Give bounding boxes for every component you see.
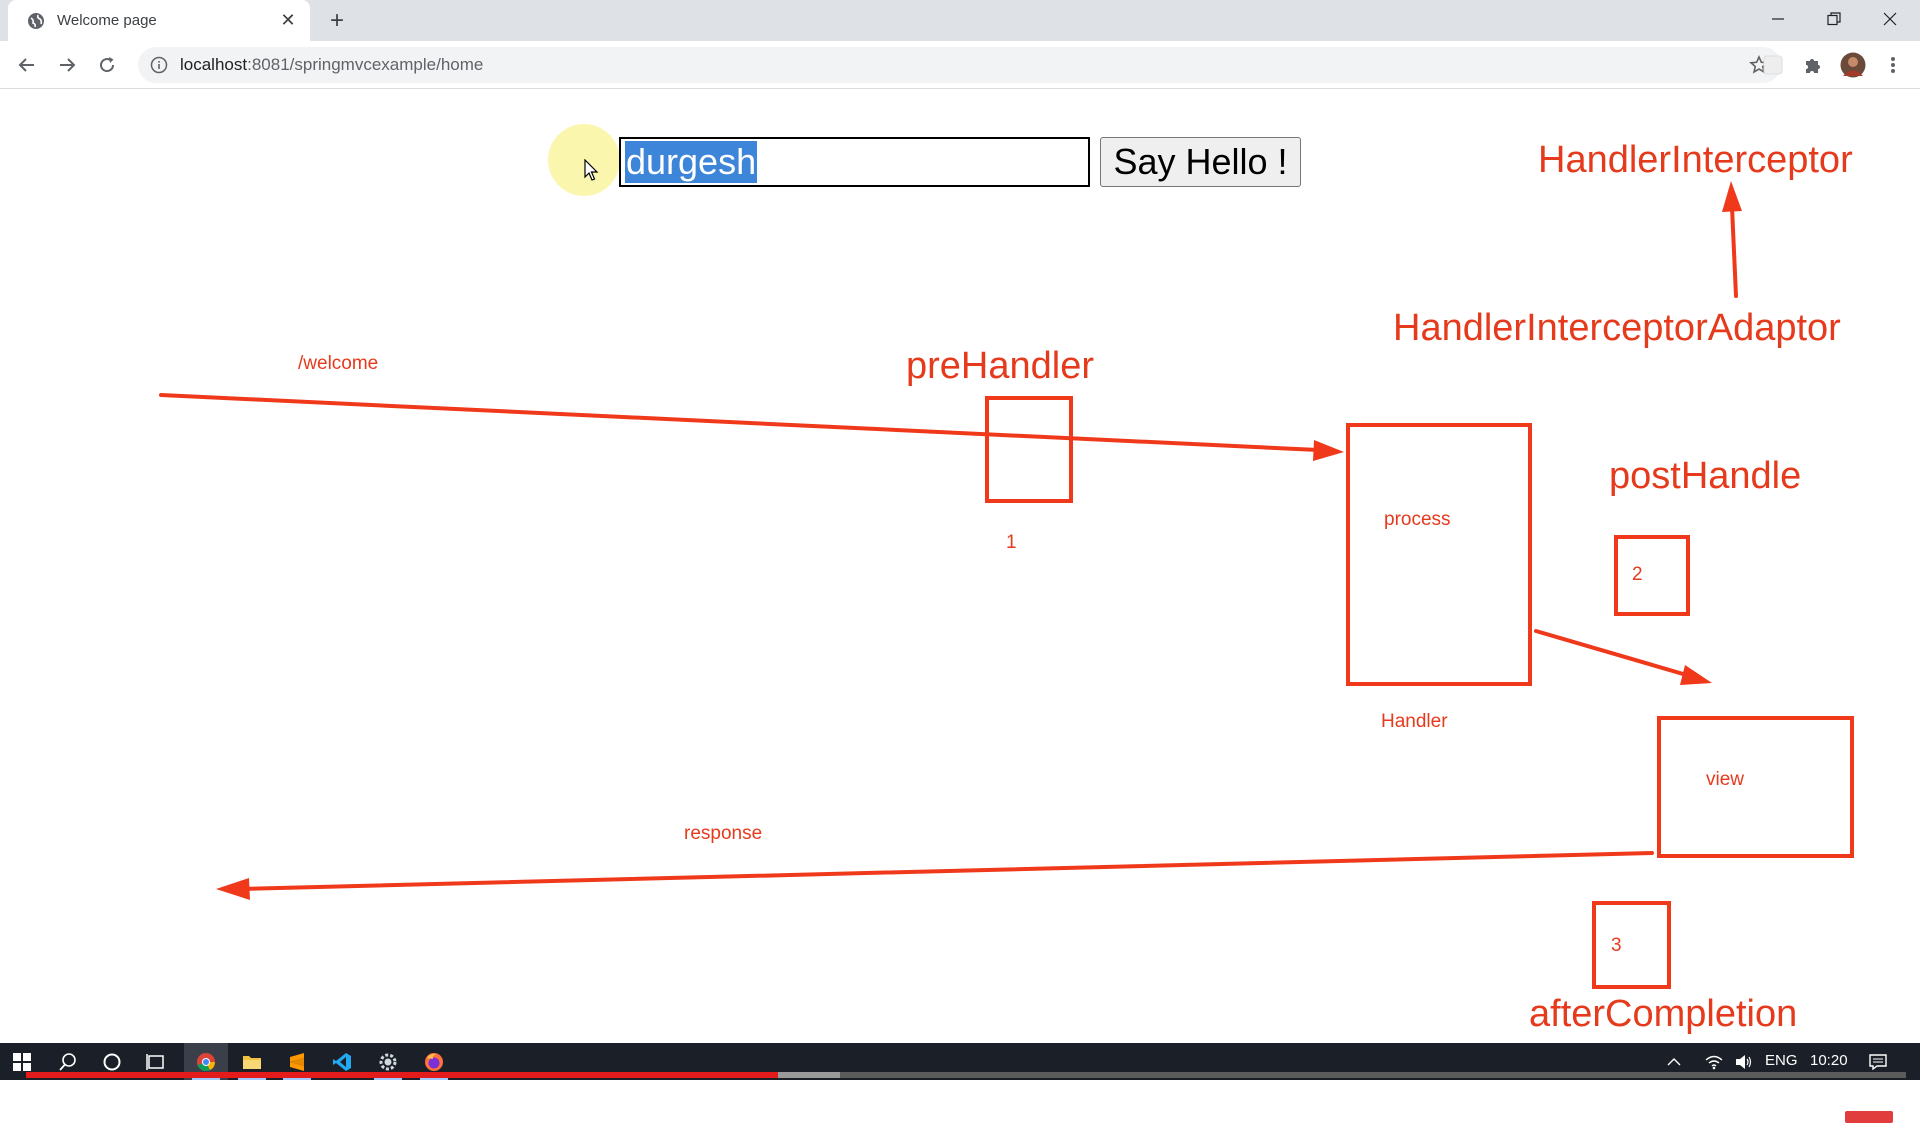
step-2-label: 2 [1632,564,1643,585]
url-path: /springmvcexample/home [289,55,484,74]
subscribe-badge-icon[interactable] [1845,1111,1893,1123]
posthandle-label: postHandle [1609,455,1802,497]
prehandler-box [985,396,1073,503]
back-icon[interactable] [11,49,43,81]
welcome-path-label: /welcome [298,353,379,374]
info-icon[interactable] [150,56,168,74]
profile-avatar[interactable] [1840,52,1866,78]
video-progress-buffer [778,1072,840,1078]
url-text: localhost:8081/springmvcexample/home [180,55,483,75]
reload-icon[interactable] [91,49,123,81]
language-indicator[interactable]: ENG [1765,1052,1798,1069]
request-arrow [159,393,1320,452]
extension-placeholder-icon[interactable] [1760,52,1786,78]
url-port: :8081 [247,55,290,74]
response-arrowhead [216,878,250,900]
tab-welcome-page[interactable]: Welcome page ✕ [8,0,310,41]
step-1-label: 1 [1006,532,1017,553]
adaptor-arrowhead [1722,181,1742,212]
view-label: view [1706,769,1745,790]
browser-toolbar: localhost:8081/springmvcexample/home [0,41,1920,89]
posthandle-box [1614,535,1690,616]
aftercompletion-box [1592,901,1671,989]
tab-strip: Welcome page ✕ + [0,0,1920,41]
tab-close-icon[interactable]: ✕ [276,9,300,33]
step-3-label: 3 [1611,935,1622,956]
page-content: durgesh Say Hello ! HandlerInterceptor H… [0,89,1920,1123]
restore-icon[interactable] [1806,0,1862,38]
tab-title: Welcome page [57,12,157,29]
adaptor-arrow [1730,205,1738,298]
process-label: process [1384,509,1451,530]
window-close-icon[interactable] [1862,0,1918,38]
globe-icon [27,12,45,30]
new-tab-button[interactable]: + [322,7,352,34]
address-bar[interactable]: localhost:8081/springmvcexample/home [138,47,1781,83]
handler-interceptor-label: HandlerInterceptor [1538,139,1853,181]
view-arrowhead [1680,665,1712,685]
url-host: localhost [180,55,248,74]
handler-interceptor-adaptor-label: HandlerInterceptorAdaptor [1393,307,1841,349]
response-arrow [238,851,1654,891]
aftercompletion-label: afterCompletion [1529,993,1798,1035]
handler-box [1346,423,1532,686]
handler-to-view-arrow [1534,629,1692,678]
menu-kebab-icon[interactable] [1880,52,1906,78]
response-label: response [684,823,763,844]
forward-icon[interactable] [51,49,83,81]
prehandler-label: preHandler [906,345,1094,387]
handler-label: Handler [1381,711,1448,732]
request-arrowhead [1313,440,1344,461]
system-clock[interactable]: 10:20 [1810,1052,1848,1069]
view-box [1657,716,1854,858]
video-progress-fill[interactable] [26,1072,778,1078]
minimize-icon[interactable] [1750,0,1806,38]
extensions-puzzle-icon[interactable] [1800,52,1826,78]
